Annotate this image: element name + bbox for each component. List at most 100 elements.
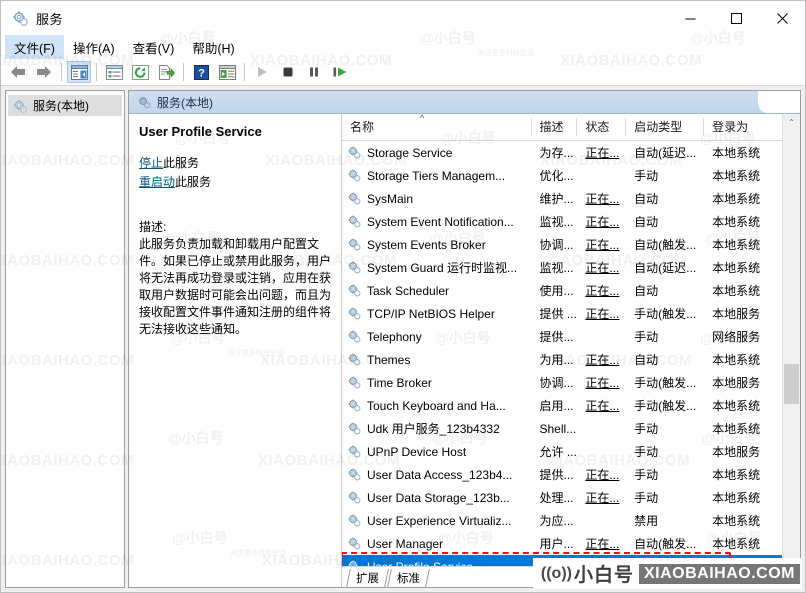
back-arrow-icon[interactable] xyxy=(6,61,30,83)
cell-description: 协调... xyxy=(539,238,574,252)
cell-status: 正在... xyxy=(585,192,620,206)
menu-item-view[interactable]: 查看(V) xyxy=(124,35,184,60)
close-button[interactable] xyxy=(759,1,805,35)
services-node-icon xyxy=(137,95,151,109)
table-row[interactable]: Telephony 提供... 手动 网络服务 xyxy=(342,325,782,348)
service-name-label: System Event Notification... xyxy=(367,214,514,229)
show-action-pane-icon[interactable] xyxy=(215,61,239,83)
forward-arrow-icon[interactable] xyxy=(32,61,56,83)
scroll-up-button[interactable]: ⌃ xyxy=(783,114,800,131)
table-row[interactable]: Udk 用户服务_123b4332 Shell... 手动 本地系统 xyxy=(342,417,782,440)
cell-description: 允许 ... xyxy=(539,445,577,459)
cell-startup: 自动(触发... xyxy=(634,238,697,252)
cell-startup: 手动 xyxy=(634,491,659,505)
stop-service-line: 停止此服务 xyxy=(139,155,331,171)
pause-service-icon[interactable] xyxy=(302,61,326,83)
cell-status: 正在... xyxy=(585,238,620,252)
start-service-icon[interactable] xyxy=(250,61,274,83)
service-gear-icon xyxy=(347,168,362,183)
cell-name: System Events Broker xyxy=(342,237,532,252)
stop-service-link[interactable]: 停止 xyxy=(139,156,163,170)
cell-logon: 本地系统 xyxy=(712,422,761,436)
cell-name: Task Scheduler xyxy=(342,283,532,298)
cell-name: TCP/IP NetBIOS Helper xyxy=(342,306,532,321)
table-row[interactable]: Task Scheduler 使用... 正在... 自动 本地系统 xyxy=(342,279,782,302)
cell-description: 监视... xyxy=(539,261,574,275)
table-row[interactable]: Storage Tiers Managem... 优化... 手动 本地系统 xyxy=(342,164,782,187)
table-row[interactable]: SysMain 维护... 正在... 自动 本地系统 xyxy=(342,187,782,210)
cell-description: 用户... xyxy=(539,537,574,551)
vertical-scrollbar[interactable]: ⌃ ⌄ xyxy=(782,114,800,587)
service-name-label: Themes xyxy=(367,352,411,367)
table-row[interactable]: User Experience Virtualiz... 为应... 禁用 本地系统 xyxy=(342,509,782,532)
cell-startup: 手动(触发... xyxy=(634,376,697,390)
table-row[interactable]: Storage Service 为存... 正在... 自动(延迟... 本地系统 xyxy=(342,141,782,164)
cell-logon: 本地系统 xyxy=(712,192,761,206)
tab-extended[interactable]: 扩展 xyxy=(346,569,389,587)
tab-standard[interactable]: 标准 xyxy=(387,569,430,587)
cell-logon: 本地系统 xyxy=(712,261,761,275)
service-gear-icon xyxy=(347,536,362,551)
service-gear-icon xyxy=(347,237,362,252)
minimize-button[interactable] xyxy=(667,1,713,35)
table-row[interactable]: System Events Broker 协调... 正在... 自动(触发... 本地… xyxy=(342,233,782,256)
cell-name: Udk 用户服务_123b4332 xyxy=(342,420,532,437)
sort-ascending-icon: ^ xyxy=(420,113,425,123)
sidebar-item-services-local[interactable]: 服务(本地) xyxy=(8,95,122,116)
stop-service-icon[interactable] xyxy=(276,61,300,83)
cell-logon: 本地系统 xyxy=(712,284,761,298)
export-list-icon[interactable] xyxy=(154,61,178,83)
pane-header-curl xyxy=(758,91,800,113)
column-header-status[interactable]: 状态 xyxy=(577,118,627,136)
column-header-name[interactable]: 名称 xyxy=(342,118,532,136)
column-header-startup[interactable]: 启动类型 xyxy=(626,118,705,136)
table-row[interactable]: Time Broker 协调... 正在... 手动(触发... 本地服务 xyxy=(342,371,782,394)
table-row[interactable]: TCP/IP NetBIOS Helper 提供 ... 正在... 手动(触发...… xyxy=(342,302,782,325)
cell-description: 使用... xyxy=(539,284,574,298)
table-row[interactable]: User Data Access_123b4... 提供... 正在... 手动 本地系… xyxy=(342,463,782,486)
service-name-label: Touch Keyboard and Ha... xyxy=(367,398,506,413)
properties-icon[interactable] xyxy=(102,61,126,83)
restart-service-link[interactable]: 重启动 xyxy=(139,175,175,189)
tab-extended-label: 扩展 xyxy=(356,573,379,585)
sidebar-item-label: 服务(本地) xyxy=(33,99,89,113)
refresh-icon[interactable] xyxy=(128,61,152,83)
scroll-track[interactable] xyxy=(783,131,800,570)
column-header-description[interactable]: 描述 xyxy=(532,118,578,136)
cell-status: 正在... xyxy=(585,284,620,298)
table-row[interactable]: System Event Notification... 监视... 正在... 自动… xyxy=(342,210,782,233)
column-header-logon[interactable]: 登录为 xyxy=(704,118,782,136)
cell-startup: 自动 xyxy=(634,215,659,229)
cell-name: User Data Access_123b4... xyxy=(342,467,532,482)
cell-description: 优化... xyxy=(539,169,574,183)
menu-item-file[interactable]: 文件(F) xyxy=(5,34,64,60)
service-name-label: System Events Broker xyxy=(367,237,486,252)
cell-logon: 本地服务 xyxy=(712,445,761,459)
maximize-button[interactable] xyxy=(713,1,759,35)
cell-logon: 本地系统 xyxy=(712,468,761,482)
table-row[interactable]: UPnP Device Host 允许 ... 手动 本地服务 xyxy=(342,440,782,463)
service-name-label: SysMain xyxy=(367,191,414,206)
table-row[interactable]: User Manager 用户... 正在... 自动(触发... 本地系统 xyxy=(342,532,782,555)
toolbar-separator xyxy=(183,63,184,81)
table-row[interactable]: Themes 为用... 正在... 自动 本地系统 xyxy=(342,348,782,371)
stop-service-suffix: 此服务 xyxy=(163,156,200,170)
restart-service-icon[interactable] xyxy=(328,61,352,83)
pane-header-label: 服务(本地) xyxy=(157,95,213,110)
list-rows-container[interactable]: Storage Service 为存... 正在... 自动(延迟... 本地系统 Sto… xyxy=(342,141,782,566)
table-row[interactable]: Touch Keyboard and Ha... 启用... 正在... 手动(触发.… xyxy=(342,394,782,417)
toolbar: ? xyxy=(1,59,805,86)
table-row[interactable]: System Guard 运行时监视... 监视... 正在... 自动(延迟... 本… xyxy=(342,256,782,279)
cell-status: 正在... xyxy=(585,537,620,551)
cell-status: 正在... xyxy=(585,146,620,160)
show-hide-tree-icon[interactable] xyxy=(67,61,91,83)
cell-logon: 网络服务 xyxy=(712,330,761,344)
cell-description: 为存... xyxy=(539,146,574,160)
menu-item-help[interactable]: 帮助(H) xyxy=(183,35,243,60)
help-icon[interactable]: ? xyxy=(189,61,213,83)
services-node-icon xyxy=(12,98,28,114)
tab-standard-label: 标准 xyxy=(397,573,420,585)
table-row[interactable]: User Data Storage_123b... 处理... 正在... 手动 本地系… xyxy=(342,486,782,509)
scroll-thumb[interactable] xyxy=(784,363,799,404)
menu-item-action[interactable]: 操作(A) xyxy=(64,35,124,60)
